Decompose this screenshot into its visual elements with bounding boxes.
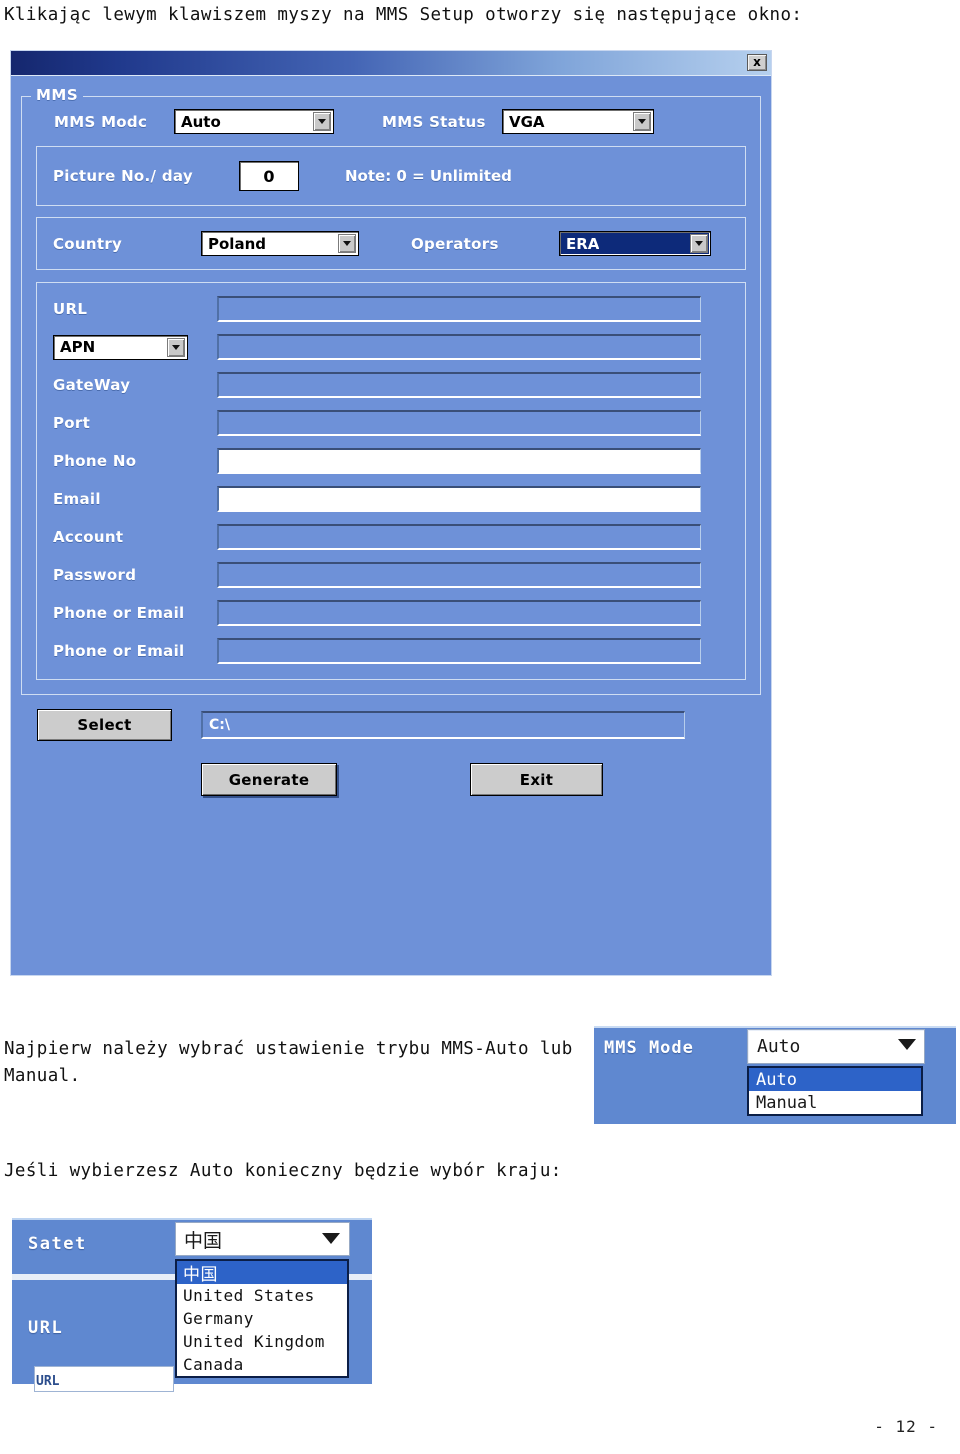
mms-groupbox: MMS MMS Modc Auto MMS Status VGA Picture…: [21, 86, 761, 695]
inset-url-label: URL: [28, 1318, 64, 1338]
country-operators-groupbox: Country Poland Operators ERA: [36, 217, 746, 270]
phone-or-email-2-label: Phone or Email: [53, 642, 185, 660]
phone-or-email-2-row: Phone or Email: [53, 638, 729, 664]
mms-setup-dialog: x MMS MMS Modc Auto MMS Status VGA Pictu…: [10, 50, 772, 976]
phone-or-email-1-row: Phone or Email: [53, 600, 729, 626]
inset-country-options[interactable]: 中国 United States Germany United Kingdom …: [175, 1259, 349, 1378]
chevron-down-icon[interactable]: [313, 112, 331, 131]
inset-country-value: 中国: [184, 1229, 223, 1252]
inset-mms-mode-value: Auto: [757, 1036, 801, 1057]
port-input[interactable]: [217, 410, 701, 436]
gateway-input[interactable]: [217, 372, 701, 398]
phone-or-email-1-label: Phone or Email: [53, 604, 185, 622]
picture-per-day-groupbox: Picture No./ day 0 Note: 0 = Unlimited: [36, 146, 746, 206]
third-paragraph: Jeśli wybierzesz Auto konieczny będzie w…: [4, 1161, 562, 1181]
phone-no-input[interactable]: [217, 448, 701, 474]
inset-country-option-china[interactable]: 中国: [177, 1261, 347, 1285]
intro-paragraph: Klikając lewym klawiszem myszy na MMS Se…: [4, 5, 803, 25]
phone-or-email-2-input[interactable]: [217, 638, 701, 664]
gateway-row: GateWay: [53, 372, 729, 398]
chevron-down-icon[interactable]: [898, 1039, 916, 1050]
chevron-down-icon[interactable]: [167, 337, 185, 357]
network-settings-groupbox: URL APN GateWay Port Phone No Email Acco…: [36, 282, 746, 680]
phone-or-email-1-input[interactable]: [217, 600, 701, 626]
email-label: Email: [53, 490, 101, 508]
exit-button[interactable]: Exit: [470, 763, 603, 796]
generate-button[interactable]: Generate: [201, 763, 337, 796]
inset-state-label: Satet: [28, 1234, 87, 1254]
country-select[interactable]: Poland: [201, 231, 359, 256]
operators-select[interactable]: ERA: [559, 231, 711, 256]
password-label: Password: [53, 566, 137, 584]
chevron-down-icon[interactable]: [322, 1233, 340, 1244]
password-input[interactable]: [217, 562, 701, 588]
dialog-body: MMS MMS Modc Auto MMS Status VGA Picture…: [11, 76, 771, 796]
port-label: Port: [53, 414, 91, 432]
chevron-down-icon[interactable]: [690, 234, 708, 253]
mms-mode-label: MMS Modc: [54, 112, 148, 131]
path-input[interactable]: C:\: [201, 711, 685, 739]
inset-mms-mode-option-manual[interactable]: Manual: [749, 1091, 921, 1114]
mms-groupbox-title: MMS: [31, 86, 84, 104]
middle-paragraph-line-2: Manual.: [4, 1066, 81, 1087]
url-input[interactable]: [217, 296, 701, 322]
phone-no-label: Phone No: [53, 452, 137, 470]
inset-mms-mode-select[interactable]: Auto: [747, 1029, 925, 1064]
port-row: Port: [53, 410, 729, 436]
picture-per-day-input[interactable]: 0: [239, 161, 299, 191]
page-number: - 12 -: [874, 1417, 938, 1436]
dialog-footer: Select C:\ Generate Exit: [21, 695, 761, 796]
picture-per-day-note: Note: 0 = Unlimited: [345, 167, 512, 185]
mms-status-label: MMS Status: [382, 112, 486, 131]
inset-country-option-germany[interactable]: Germany: [177, 1307, 347, 1330]
country-value: Poland: [208, 234, 266, 253]
gateway-label: GateWay: [53, 376, 131, 394]
inset-country-option-united-kingdom[interactable]: United Kingdom: [177, 1330, 347, 1353]
operators-label: Operators: [411, 234, 499, 253]
mms-mode-value: Auto: [181, 112, 221, 131]
account-input[interactable]: [217, 524, 701, 550]
inset-country-option-canada[interactable]: Canada: [177, 1353, 347, 1376]
url-label: URL: [53, 300, 88, 318]
select-button[interactable]: Select: [37, 709, 172, 741]
account-row: Account: [53, 524, 729, 550]
inset-country-select[interactable]: 中国: [175, 1222, 350, 1256]
picture-per-day-label: Picture No./ day: [53, 167, 193, 185]
operators-value: ERA: [566, 234, 600, 253]
chevron-down-icon[interactable]: [338, 234, 356, 253]
mms-mode-inset-screenshot: MMS Mode Auto Auto Manual: [594, 1022, 956, 1128]
close-icon[interactable]: x: [747, 54, 767, 71]
mms-status-select[interactable]: VGA: [502, 109, 654, 134]
middle-paragraph-line-1: Najpierw należy wybrać ustawienie trybu …: [4, 1039, 573, 1059]
mms-mode-row: MMS Modc Auto MMS Status VGA: [36, 109, 746, 134]
chevron-down-icon[interactable]: [633, 112, 651, 131]
account-label: Account: [53, 528, 124, 546]
email-row: Email: [53, 486, 729, 512]
apn-select[interactable]: APN: [53, 334, 188, 360]
country-label: Country: [53, 234, 123, 253]
action-buttons-row: Generate Exit: [37, 763, 745, 796]
select-path-row: Select C:\: [37, 709, 745, 741]
country-inset-screenshot: Satet URL URL 中国 中国 United States German…: [6, 1214, 378, 1396]
apn-row: APN: [53, 334, 729, 360]
apn-input[interactable]: [217, 334, 701, 360]
inset-mms-mode-options[interactable]: Auto Manual: [747, 1066, 923, 1116]
apn-value: APN: [60, 338, 96, 356]
password-row: Password: [53, 562, 729, 588]
email-input[interactable]: [217, 486, 701, 512]
inset-mms-mode-label: MMS Mode: [604, 1038, 694, 1058]
inset-country-option-united-states[interactable]: United States: [177, 1284, 347, 1307]
inset-mms-mode-option-auto[interactable]: Auto: [749, 1068, 921, 1091]
mms-status-value: VGA: [509, 112, 545, 131]
url-row: URL: [53, 296, 729, 322]
dialog-titlebar: x: [11, 51, 771, 76]
mms-mode-select[interactable]: Auto: [174, 109, 334, 134]
middle-paragraph: Najpierw należy wybrać ustawienie trybu …: [4, 1036, 584, 1090]
phone-no-row: Phone No: [53, 448, 729, 474]
inset-url-label-small: URL: [36, 1374, 60, 1389]
